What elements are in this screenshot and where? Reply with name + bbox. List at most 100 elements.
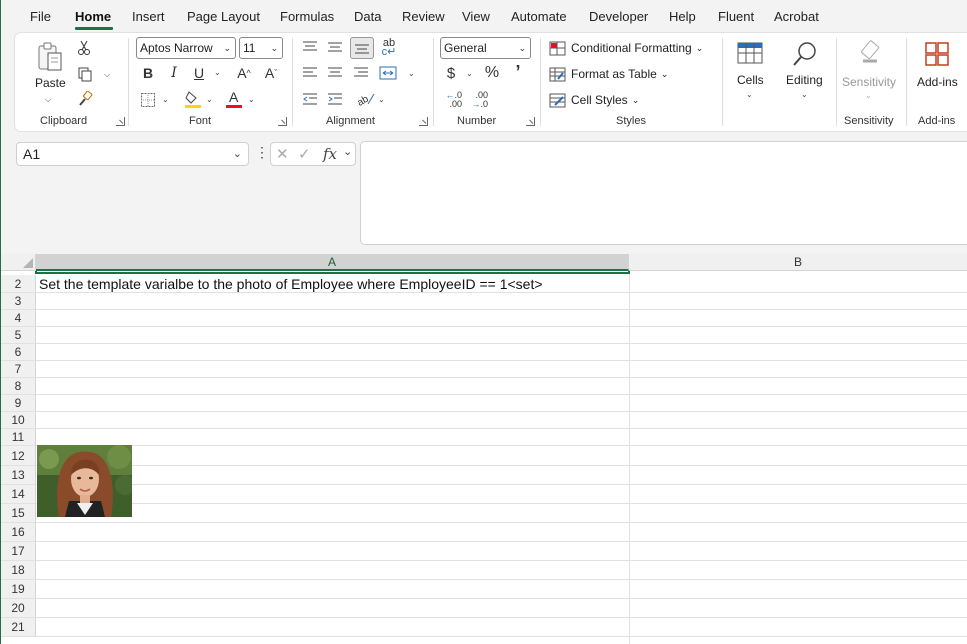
clipboard-launcher-icon[interactable]: [116, 117, 125, 126]
row-header-20[interactable]: 20: [1, 599, 36, 618]
percent-icon[interactable]: %: [483, 64, 501, 82]
align-right-icon[interactable]: [353, 66, 369, 80]
tab-fluent[interactable]: Fluent: [718, 9, 754, 24]
row-header-15[interactable]: 15: [1, 504, 36, 523]
cells-icon[interactable]: [734, 38, 766, 68]
align-bottom-icon[interactable]: [350, 37, 374, 59]
row-header-11[interactable]: 11: [1, 429, 36, 446]
employee-photo[interactable]: [37, 445, 132, 517]
worksheet-grid[interactable]: A B 2 3 4 5 6 7 8 9 10 11 12 13 14 15 16…: [1, 254, 967, 644]
active-cell-a1[interactable]: [35, 271, 630, 274]
row-header-16[interactable]: 16: [1, 523, 36, 542]
italic-icon[interactable]: I: [166, 64, 182, 82]
editing-button[interactable]: Editing: [786, 73, 823, 87]
paste-icon[interactable]: [34, 40, 66, 74]
merge-center-icon[interactable]: [379, 65, 397, 81]
tab-acrobat[interactable]: Acrobat: [774, 9, 819, 24]
align-center-icon[interactable]: [327, 66, 343, 80]
orientation-icon[interactable]: ab: [356, 90, 376, 108]
row-header-5[interactable]: 5: [1, 327, 36, 344]
bold-icon[interactable]: B: [140, 64, 156, 82]
underline-icon[interactable]: U: [191, 64, 207, 82]
tab-formulas[interactable]: Formulas: [280, 9, 334, 24]
number-launcher-icon[interactable]: [526, 117, 535, 126]
name-box[interactable]: A1 ⌄: [16, 142, 249, 166]
row-header-3[interactable]: 3: [1, 293, 36, 310]
comma-style-icon[interactable]: ’: [512, 62, 524, 82]
row-header-18[interactable]: 18: [1, 561, 36, 580]
font-color-dropdown-icon[interactable]: ⌄: [248, 95, 255, 104]
cells-dropdown-icon[interactable]: ⌄: [746, 90, 753, 99]
tab-automate[interactable]: Automate: [511, 9, 567, 24]
row-header-19[interactable]: 19: [1, 580, 36, 599]
row-header-13[interactable]: 13: [1, 466, 36, 485]
cells-button[interactable]: Cells: [737, 73, 764, 87]
align-top-icon[interactable]: [302, 40, 318, 54]
paste-button[interactable]: Paste: [35, 76, 66, 90]
underline-dropdown-icon[interactable]: ⌄: [214, 68, 221, 77]
cancel-icon[interactable]: ✕: [276, 145, 289, 163]
align-middle-icon[interactable]: [327, 40, 343, 54]
increase-font-size-icon[interactable]: A ^: [234, 64, 254, 82]
tab-file[interactable]: File: [30, 9, 51, 24]
row-header-6[interactable]: 6: [1, 344, 36, 361]
editing-dropdown-icon[interactable]: ⌄: [801, 90, 808, 99]
paste-dropdown-icon[interactable]: ⌵: [45, 95, 51, 105]
font-size-select[interactable]: 11 ⌄: [239, 37, 283, 59]
font-color-icon[interactable]: A: [225, 89, 243, 109]
currency-dropdown-icon[interactable]: ⌄: [466, 69, 473, 78]
column-header-a[interactable]: A: [36, 254, 629, 271]
row-header-7[interactable]: 7: [1, 361, 36, 378]
decrease-indent-icon[interactable]: [302, 92, 318, 106]
enter-icon[interactable]: ✓: [298, 145, 311, 163]
tab-insert[interactable]: Insert: [132, 9, 165, 24]
cell-styles-button[interactable]: Cell Styles ⌄: [549, 90, 639, 110]
format-painter-icon[interactable]: [76, 90, 94, 108]
alignment-launcher-icon[interactable]: [419, 117, 428, 126]
tab-review[interactable]: Review: [402, 9, 445, 24]
more-options-icon[interactable]: ⋮: [255, 144, 269, 161]
cut-icon[interactable]: [76, 40, 92, 56]
merge-dropdown-icon[interactable]: ⌄: [408, 69, 415, 78]
insert-function-button[interactable]: fx: [323, 145, 337, 163]
orientation-dropdown-icon[interactable]: ⌄: [378, 95, 385, 104]
tab-data[interactable]: Data: [354, 9, 381, 24]
currency-icon[interactable]: $: [444, 64, 458, 82]
row-header-12[interactable]: 12: [1, 446, 36, 466]
fill-color-icon[interactable]: [183, 89, 203, 109]
font-launcher-icon[interactable]: [278, 117, 287, 126]
row-header-10[interactable]: 10: [1, 412, 36, 429]
tab-page-layout[interactable]: Page Layout: [187, 9, 260, 24]
align-left-icon[interactable]: [302, 66, 318, 80]
borders-dropdown-icon[interactable]: ⌄: [162, 95, 169, 104]
fill-color-dropdown-icon[interactable]: ⌄: [206, 95, 213, 104]
decrease-font-size-icon[interactable]: Aˇ: [261, 64, 281, 82]
row-header-17[interactable]: 17: [1, 542, 36, 561]
formula-input[interactable]: [360, 141, 967, 245]
tab-help[interactable]: Help: [669, 9, 696, 24]
row-header-4[interactable]: 4: [1, 310, 36, 327]
borders-icon[interactable]: [139, 91, 157, 109]
increase-indent-icon[interactable]: [327, 92, 343, 106]
tab-view[interactable]: View: [462, 9, 490, 24]
wrap-text-icon[interactable]: ab c↵: [381, 38, 397, 58]
copy-dropdown-icon[interactable]: ⌵: [104, 70, 110, 80]
font-family-select[interactable]: Aptos Narrow ⌄: [136, 37, 236, 59]
tab-home[interactable]: Home: [75, 9, 111, 24]
column-header-b[interactable]: B: [629, 254, 967, 271]
search-icon[interactable]: [789, 38, 821, 70]
row-header-8[interactable]: 8: [1, 378, 36, 395]
format-as-table-button[interactable]: Format as Table ⌄: [549, 64, 668, 84]
number-format-select[interactable]: General ⌄: [440, 37, 531, 59]
decrease-decimal-icon[interactable]: .00 →.0: [468, 90, 488, 110]
add-ins-icon[interactable]: [921, 38, 953, 70]
row-header-2[interactable]: 2: [1, 275, 36, 293]
increase-decimal-icon[interactable]: ←.0.00: [442, 90, 462, 110]
row-header-14[interactable]: 14: [1, 485, 36, 504]
row-header-9[interactable]: 9: [1, 395, 36, 412]
copy-icon[interactable]: [76, 66, 94, 82]
chevron-down-icon[interactable]: ⌄: [343, 145, 352, 158]
row-header-21[interactable]: 21: [1, 618, 36, 637]
cell-a2[interactable]: Set the template varialbe to the photo o…: [39, 276, 543, 292]
conditional-formatting-button[interactable]: Conditional Formatting ⌄: [549, 38, 703, 58]
